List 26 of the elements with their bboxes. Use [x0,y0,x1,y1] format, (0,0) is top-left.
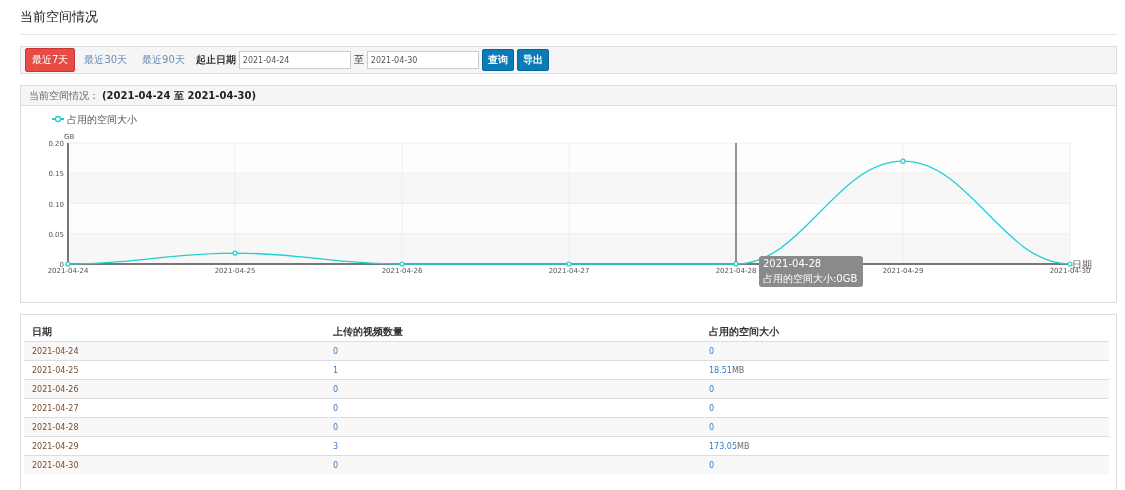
table-cell: 3 [325,436,701,456]
tooltip-text: 占用的空间大小:0GB [763,273,858,284]
size-value: 18.51 [709,365,732,375]
panel-heading: 当前空间情况： [29,88,99,103]
column-header: 上传的视频数量 [325,321,701,342]
separator: 至 [353,53,364,67]
tooltip-title: 2021-04-28 [763,258,822,269]
column-header: 日期 [24,321,325,342]
table-cell: 2021-04-27 [24,398,325,418]
table-cell: 2021-04-25 [24,360,325,380]
size-value: 173.05 [709,441,737,451]
table-cell: 0 [325,398,701,418]
table-cell: 2021-04-29 [24,436,325,456]
size-unit: MB [731,365,745,375]
legend-label: 占用的空间大小 [67,114,137,125]
date-range: (2021-04-24 至 2021-04-30) [102,88,257,103]
size-value: 0 [709,384,715,394]
size-value: 0 [709,422,715,432]
column-header: 占用的空间大小 [701,321,1109,342]
size-value: 0 [709,460,715,470]
size-value: 0 [709,346,715,356]
size-unit: MB [737,441,750,451]
page-title: 当前空间情况 [20,0,1117,35]
size-value: 0 [709,403,715,413]
date-label: 起止日期 [195,53,236,67]
table-cell: 1 [325,360,701,380]
